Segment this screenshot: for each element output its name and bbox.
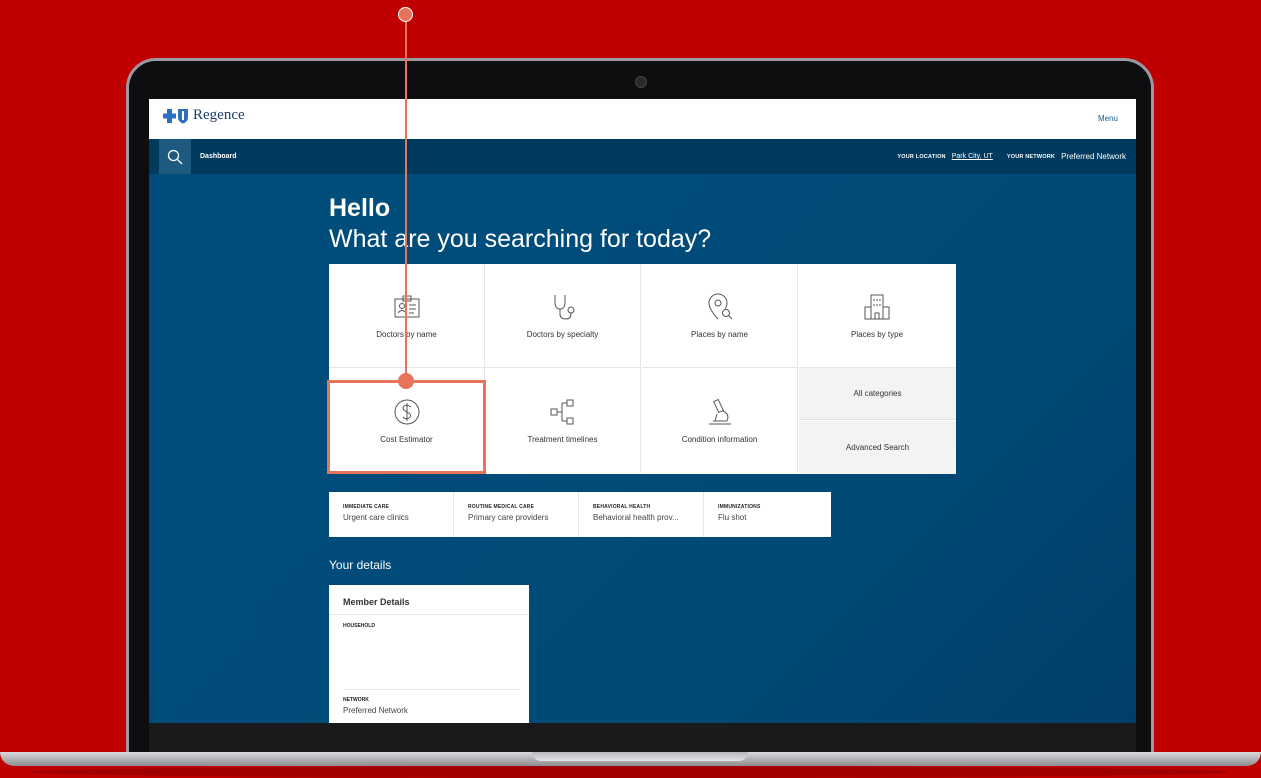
divider: [343, 689, 519, 690]
network-value: Preferred Network: [343, 706, 408, 715]
brand-name: Regence: [193, 107, 245, 123]
quick-link-behavioral-health[interactable]: BEHAVIORAL HEALTH Behavioral health prov…: [579, 492, 704, 537]
screen: Regence Menu Dashboard YOUR LOCATION Par…: [149, 99, 1136, 723]
household-caption: HOUSEHOLD: [343, 623, 375, 629]
quick-link-immediate-care[interactable]: IMMEDIATE CARE Urgent care clinics: [329, 492, 454, 537]
laptop-shadow: [30, 766, 1230, 778]
quick-link-caption: BEHAVIORAL HEALTH: [593, 504, 651, 510]
advanced-search-link[interactable]: Advanced Search: [799, 421, 956, 474]
network-caption: YOUR NETWORK: [1006, 153, 1056, 160]
your-details-heading: Your details: [329, 558, 392, 572]
annotation-dot: [398, 373, 414, 389]
menu-link[interactable]: Menu: [1098, 114, 1118, 123]
quick-link-value: Behavioral health prov...: [593, 513, 679, 522]
nav-context: YOUR LOCATION Park City, UT YOUR NETWORK…: [897, 152, 1126, 161]
category-condition-information[interactable]: Condition information: [642, 368, 798, 472]
microscope-icon: [708, 398, 731, 424]
search-question: What are you searching for today?: [329, 225, 712, 253]
quick-link-value: Primary care providers: [468, 513, 549, 522]
member-details-card: Member Details HOUSEHOLD NETWORK Preferr…: [329, 585, 529, 723]
annotation-line: [405, 14, 407, 382]
nav-bar: Dashboard YOUR LOCATION Park City, UT YO…: [149, 139, 1136, 174]
location-search-icon: [707, 293, 732, 320]
search-icon: [167, 149, 183, 164]
stethoscope-icon: [554, 295, 574, 320]
quick-link-routine-care[interactable]: ROUTINE MEDICAL CARE Primary care provid…: [454, 492, 579, 537]
timeline-icon: [550, 399, 573, 424]
quick-link-value: Urgent care clinics: [343, 513, 409, 522]
annotation-dot-top: [398, 7, 413, 22]
quick-link-immunizations[interactable]: IMMUNIZATIONS Flu shot: [704, 492, 829, 537]
brand-logo[interactable]: Regence: [163, 107, 245, 124]
category-places-by-type[interactable]: Places by type: [799, 264, 955, 368]
network-value[interactable]: Preferred Network: [1061, 152, 1126, 161]
quick-link-caption: IMMEDIATE CARE: [343, 504, 390, 510]
network-caption: NETWORK: [343, 697, 369, 703]
search-button[interactable]: [159, 139, 191, 174]
quick-link-caption: ROUTINE MEDICAL CARE: [468, 504, 535, 510]
quick-links: IMMEDIATE CARE Urgent care clinics ROUTI…: [329, 492, 831, 537]
category-doctors-by-name[interactable]: Doctors by name: [329, 264, 485, 368]
building-icon: [864, 294, 890, 320]
category-label: Condition information: [681, 434, 758, 444]
cross-shield-logo-icon: [163, 108, 188, 123]
greeting-heading: Hello: [329, 194, 391, 222]
quick-link-value: Flu shot: [718, 513, 747, 522]
dashboard-link[interactable]: Dashboard: [200, 153, 237, 160]
category-label: Places by name: [691, 330, 748, 339]
location-link[interactable]: Park City, UT: [952, 153, 993, 160]
category-doctors-by-specialty[interactable]: Doctors by specialty: [485, 264, 641, 368]
member-details-title: Member Details: [329, 585, 529, 615]
category-label: Treatment timelines: [527, 434, 598, 444]
quick-link-caption: IMMUNIZATIONS: [718, 504, 761, 510]
laptop-base-notch: [532, 752, 748, 761]
all-categories-link[interactable]: All categories: [799, 368, 956, 420]
category-places-by-name[interactable]: Places by name: [642, 264, 798, 368]
annotation-highlight-box: [327, 380, 486, 474]
category-label: Places by type: [850, 330, 904, 339]
laptop-chin: [149, 723, 1136, 753]
location-caption: YOUR LOCATION: [897, 153, 946, 160]
category-label: Doctors by specialty: [526, 330, 599, 339]
top-header: Regence Menu: [149, 99, 1136, 139]
category-treatment-timelines[interactable]: Treatment timelines: [485, 368, 641, 472]
laptop-camera: [635, 76, 647, 88]
